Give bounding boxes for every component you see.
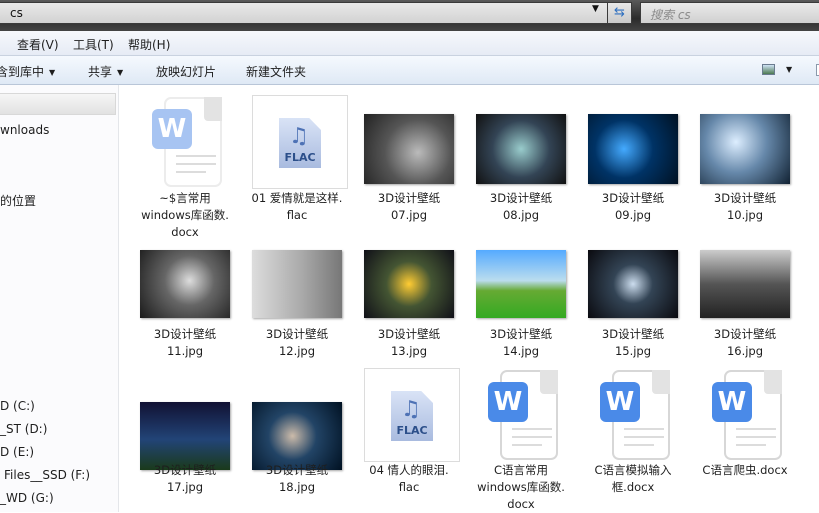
image-thumbnail bbox=[252, 250, 342, 318]
flac-file-icon: ♫ FLAC bbox=[252, 95, 348, 189]
image-thumbnail bbox=[476, 114, 566, 184]
chevron-down-icon: ▼ bbox=[49, 68, 56, 77]
word-document-icon: W bbox=[488, 370, 558, 460]
word-document-icon: W bbox=[600, 370, 670, 460]
view-dropdown-icon[interactable]: ▼ bbox=[786, 65, 792, 74]
menu-view[interactable]: 查看(V) bbox=[17, 36, 59, 53]
file-name: C语言爬虫.docx bbox=[702, 463, 788, 477]
music-note-icon: ♫ bbox=[289, 124, 309, 149]
slideshow-button[interactable]: 放映幻灯片 bbox=[156, 63, 216, 80]
nav-drive-d[interactable]: _ST (D:) bbox=[0, 422, 47, 436]
file-name: 3D设计壁纸 10.jpg bbox=[713, 191, 777, 222]
file-name: 3D设计壁纸 12.jpg bbox=[265, 327, 329, 358]
word-document-icon: W bbox=[712, 370, 782, 460]
command-bar: 含到库中 ▼ 共享 ▼ 放映幻灯片 新建文件夹 ▼ bbox=[0, 56, 819, 85]
menu-tools[interactable]: 工具(T) bbox=[73, 36, 114, 53]
word-logo-icon: W bbox=[152, 109, 192, 149]
search-input[interactable]: 搜索 cs bbox=[640, 2, 819, 24]
nav-drive-c[interactable]: D (C:) bbox=[0, 399, 35, 413]
title-bar: cs ▼ ⇆ 搜索 cs bbox=[0, 0, 819, 31]
file-name: 3D设计壁纸 17.jpg bbox=[153, 463, 217, 494]
file-name: 3D设计壁纸 08.jpg bbox=[489, 191, 553, 222]
image-thumbnail bbox=[364, 250, 454, 318]
image-thumbnail bbox=[476, 250, 566, 318]
nav-recent-places[interactable]: 的位置 bbox=[0, 192, 36, 209]
file-name: 01 爱情就是这样. flac bbox=[251, 191, 343, 222]
image-thumbnail bbox=[364, 114, 454, 184]
menu-help[interactable]: 帮助(H) bbox=[128, 36, 170, 53]
file-name: C语言常用 windows库函数. docx bbox=[477, 463, 565, 511]
nav-drive-f[interactable]: Files__SSD (F:) bbox=[4, 468, 90, 482]
music-note-icon: ♫ bbox=[401, 397, 421, 422]
file-name: 3D设计壁纸 16.jpg bbox=[713, 327, 777, 358]
image-thumbnail bbox=[588, 250, 678, 318]
address-dropdown-icon[interactable]: ▼ bbox=[592, 4, 599, 14]
chevron-down-icon: ▼ bbox=[117, 68, 124, 77]
nav-downloads[interactable]: wnloads bbox=[0, 123, 49, 137]
file-name: 3D设计壁纸 11.jpg bbox=[153, 327, 217, 358]
refresh-icon[interactable]: ⇆ bbox=[607, 2, 632, 24]
file-name: 3D设计壁纸 09.jpg bbox=[601, 191, 665, 222]
file-name: 3D设计壁纸 15.jpg bbox=[601, 327, 665, 358]
flac-file-icon: ♫ FLAC bbox=[364, 368, 460, 462]
file-name: ~$言常用 windows库函数. docx bbox=[141, 191, 229, 239]
file-name: 3D设计壁纸 13.jpg bbox=[377, 327, 441, 358]
file-name: 3D设计壁纸 14.jpg bbox=[489, 327, 553, 358]
word-logo-icon: W bbox=[600, 382, 640, 422]
word-logo-icon: W bbox=[488, 382, 528, 422]
image-thumbnail bbox=[588, 114, 678, 184]
word-logo-icon: W bbox=[712, 382, 752, 422]
file-name: 04 情人的眼泪. flac bbox=[369, 463, 449, 494]
image-thumbnail bbox=[252, 402, 342, 470]
new-folder-button[interactable]: 新建文件夹 bbox=[246, 63, 306, 80]
search-placeholder: 搜索 cs bbox=[650, 8, 691, 22]
nav-drive-e[interactable]: D (E:) bbox=[0, 445, 34, 459]
share-button[interactable]: 共享 ▼ bbox=[88, 63, 123, 80]
address-crumb[interactable]: cs bbox=[10, 6, 23, 20]
audio-file-icon: ♫ FLAC bbox=[279, 118, 321, 168]
image-thumbnail bbox=[140, 402, 230, 470]
flac-label: FLAC bbox=[284, 151, 316, 164]
word-document-icon: W bbox=[152, 97, 222, 187]
nav-drive-g[interactable]: _WD (G:) bbox=[0, 491, 54, 505]
file-name: 3D设计壁纸 07.jpg bbox=[377, 191, 441, 222]
navigation-pane: wnloads 的位置 D (C:) _ST (D:) D (E:) Files… bbox=[0, 85, 119, 512]
file-name: C语言模拟输入 框.docx bbox=[594, 463, 672, 494]
change-view-icon[interactable] bbox=[762, 64, 775, 75]
include-library-button[interactable]: 含到库中 ▼ bbox=[0, 63, 55, 80]
file-name: 3D设计壁纸 18.jpg bbox=[265, 463, 329, 494]
share-label: 共享 bbox=[88, 65, 113, 79]
image-thumbnail bbox=[140, 250, 230, 318]
address-bar[interactable]: cs bbox=[0, 2, 608, 24]
flac-label: FLAC bbox=[396, 424, 428, 437]
selected-nav-item[interactable] bbox=[0, 93, 116, 115]
image-thumbnail bbox=[700, 114, 790, 184]
image-thumbnail bbox=[700, 250, 790, 318]
audio-file-icon: ♫ FLAC bbox=[391, 391, 433, 441]
menu-bar: 查看(V) 工具(T) 帮助(H) bbox=[0, 31, 819, 56]
include-library-label: 含到库中 bbox=[0, 65, 45, 79]
file-list: W ~$言常用 windows库函数. docx ♫ FLAC 01 爱情就是这样. f… bbox=[120, 85, 819, 512]
